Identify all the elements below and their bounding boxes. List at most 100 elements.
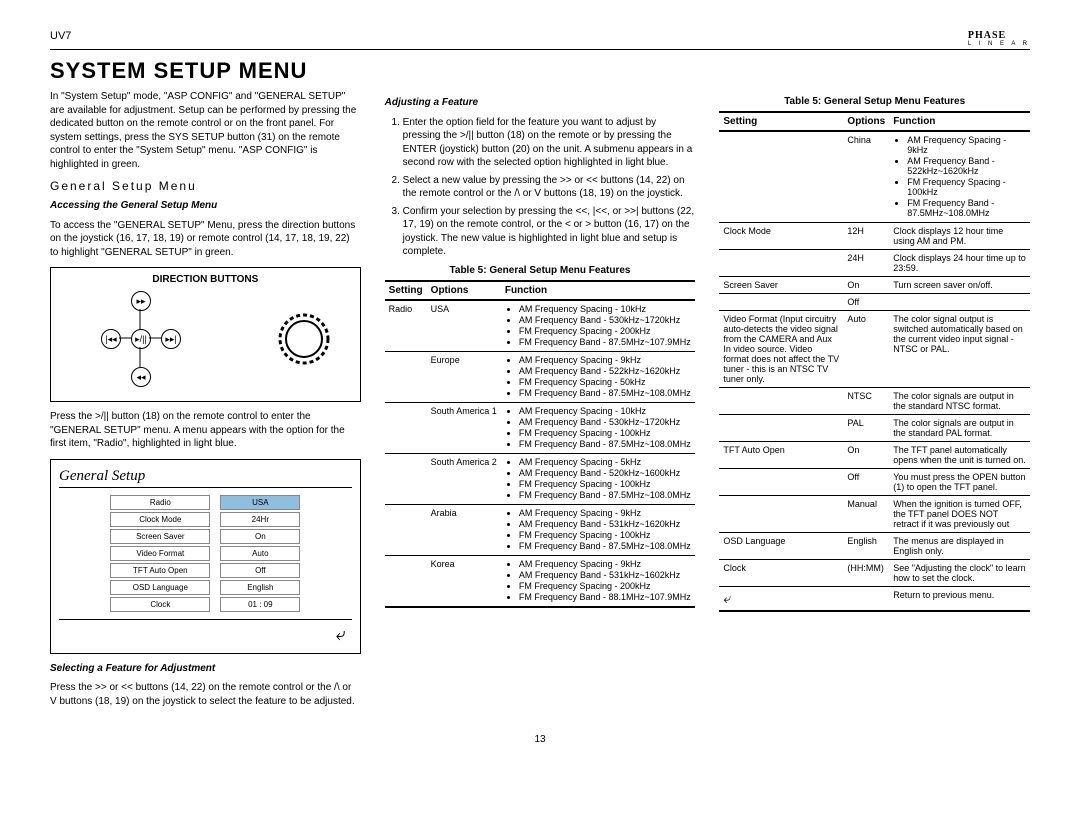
cell-function: The color signal output is switched auto… (889, 311, 1030, 388)
gs-row: Screen Saver On (59, 528, 352, 545)
cell-option: NTSC (843, 388, 889, 415)
features-table-2: Setting Options Function ChinaAM Frequen… (719, 111, 1030, 612)
adjusting-steps: Enter the option field for the feature y… (385, 116, 696, 259)
cell-option: English (843, 533, 889, 560)
gs-row: Clock Mode24Hr (59, 511, 352, 528)
gs-label: Clock (110, 597, 210, 612)
cell-setting (385, 555, 427, 607)
cell-function: Clock displays 24 hour time up to 23:59. (889, 250, 1030, 277)
gs-row: TFT Auto OpenOff (59, 562, 352, 579)
func-item: AM Frequency Band - 531kHz~1602kHz (519, 570, 691, 580)
cell-setting (719, 415, 843, 442)
cell-function: The TFT panel automatically opens when t… (889, 442, 1030, 469)
cell-setting (719, 469, 843, 496)
step-item: Select a new value by pressing the >> or… (403, 174, 696, 201)
func-item: AM Frequency Spacing - 9kHz (907, 135, 1026, 155)
gs-row: Clock01 : 09 (59, 596, 352, 613)
gs-value: Auto (220, 546, 300, 561)
func-item: AM Frequency Band - 522kHz~1620kHz (907, 156, 1026, 176)
return-arrow-icon: ⤶ (723, 590, 731, 606)
page-number: 13 (50, 734, 1030, 745)
cell-setting: TFT Auto Open (719, 442, 843, 469)
general-setup-heading: General Setup Menu (50, 179, 361, 193)
cell-option: USA (427, 300, 501, 352)
func-item: FM Frequency Spacing - 100kHz (907, 177, 1026, 197)
table-row: China AM Frequency Spacing - 9kHzAM Frequ… (719, 131, 1030, 223)
gs-value: 24Hr (220, 512, 300, 527)
features-table-1: Setting Options Function RadioUSAAM Freq… (385, 280, 696, 608)
page-title: SYSTEM SETUP MENU (50, 58, 1030, 84)
func-item: FM Frequency Spacing - 100kHz (519, 530, 691, 540)
cell-setting: Clock (719, 560, 843, 587)
brand-subtitle: L I N E A R (968, 41, 1030, 47)
table-row: Clock(HH:MM)See "Adjusting the clock" to… (719, 560, 1030, 587)
func-item: FM Frequency Band - 87.5MHz~108.0MHz (519, 388, 691, 398)
cell-setting: Video Format (Input circuitry auto-detec… (719, 311, 843, 388)
return-icon: ⤶ (59, 619, 352, 645)
cell-setting (719, 294, 843, 311)
cell-function: The color signals are output in the stan… (889, 388, 1030, 415)
func-item: AM Frequency Spacing - 10kHz (519, 304, 691, 314)
gs-label: Radio (110, 495, 210, 510)
column-3: Table 5: General Setup Menu Features Set… (719, 90, 1030, 714)
cell-setting (385, 402, 427, 453)
cell-function: The menus are displayed in English only. (889, 533, 1030, 560)
table-row: South America 1 AM Frequency Spacing - 10… (385, 402, 696, 453)
func-item: FM Frequency Spacing - 100kHz (519, 479, 691, 489)
direction-buttons-box: DIRECTION BUTTONS ▸▸ |◂◂ ▸/|| ▸▸| ◂◂ (50, 267, 361, 402)
table-row: RadioUSAAM Frequency Spacing - 10kHzAM F… (385, 300, 696, 352)
cell-function: Return to previous menu. (889, 587, 1030, 612)
func-item: AM Frequency Band - 530kHz~1720kHz (519, 417, 691, 427)
cell-function: AM Frequency Spacing - 9kHzAM Frequency … (501, 555, 695, 607)
column-2: Adjusting a Feature Enter the option fie… (385, 90, 696, 714)
table-row: 24HClock displays 24 hour time up to 23:… (719, 250, 1030, 277)
th-setting: Setting (385, 281, 427, 300)
table-row: Clock Mode12HClock displays 12 hour time… (719, 223, 1030, 250)
table-row: ArabiaAM Frequency Spacing - 9kHzAM Freq… (385, 504, 696, 555)
func-item: AM Frequency Spacing - 5kHz (519, 457, 691, 467)
func-item: FM Frequency Band - 88.1MHz~107.9MHz (519, 592, 691, 602)
table-row: Screen SaverOnTurn screen saver on/off. (719, 277, 1030, 294)
cell-function: AM Frequency Spacing - 9kHzAM Frequency … (501, 504, 695, 555)
cell-option: PAL (843, 415, 889, 442)
accessing-heading: Accessing the General Setup Menu (50, 199, 361, 213)
gs-value: On (220, 529, 300, 544)
cell-setting: Clock Mode (719, 223, 843, 250)
cell-option: South America 2 (427, 453, 501, 504)
gs-row: OSD LanguageEnglish (59, 579, 352, 596)
cell-function (889, 294, 1030, 311)
gs-row: RadioUSA (59, 494, 352, 511)
func-item: AM Frequency Spacing - 9kHz (519, 508, 691, 518)
cell-option: Off (843, 469, 889, 496)
func-item: AM Frequency Spacing - 9kHz (519, 559, 691, 569)
func-item: FM Frequency Band - 87.5MHz~108.0MHz (519, 439, 691, 449)
gs-screen-title: General Setup (59, 468, 352, 488)
th-function-2: Function (889, 112, 1030, 131)
cell-option: Auto (843, 311, 889, 388)
cell-function: AM Frequency Spacing - 9kHzAM Frequency … (501, 351, 695, 402)
step-item: Enter the option field for the feature y… (403, 116, 696, 170)
cell-option: China (843, 131, 889, 223)
table-row: EuropeAM Frequency Spacing - 9kHzAM Freq… (385, 351, 696, 402)
cell-function: AM Frequency Spacing - 10kHzAM Frequency… (501, 300, 695, 352)
cell-setting (385, 504, 427, 555)
general-setup-screen: General Setup RadioUSAClock Mode24HrScre… (50, 459, 361, 654)
content-columns: In "System Setup" mode, "ASP CONFIG" and… (50, 90, 1030, 714)
func-item: AM Frequency Spacing - 10kHz (519, 406, 691, 416)
cell-setting: Radio (385, 300, 427, 352)
th-setting-2: Setting (719, 112, 843, 131)
cell-setting (385, 351, 427, 402)
cell-setting: ⤶ (719, 587, 843, 612)
cell-function: When the ignition is turned OFF, the TFT… (889, 496, 1030, 533)
gs-label: Video Format (110, 546, 210, 561)
cell-option: On (843, 277, 889, 294)
cell-function: The color signals are output in the stan… (889, 415, 1030, 442)
gs-label: Screen Saver (110, 529, 210, 544)
func-item: FM Frequency Band - 87.5MHz~108.0MHz (519, 541, 691, 551)
cell-option: Manual (843, 496, 889, 533)
table-row: NTSCThe color signals are output in the … (719, 388, 1030, 415)
func-item: FM Frequency Spacing - 200kHz (519, 581, 691, 591)
func-item: FM Frequency Spacing - 50kHz (519, 377, 691, 387)
cell-function: You must press the OPEN button (1) to op… (889, 469, 1030, 496)
cell-option: South America 1 (427, 402, 501, 453)
